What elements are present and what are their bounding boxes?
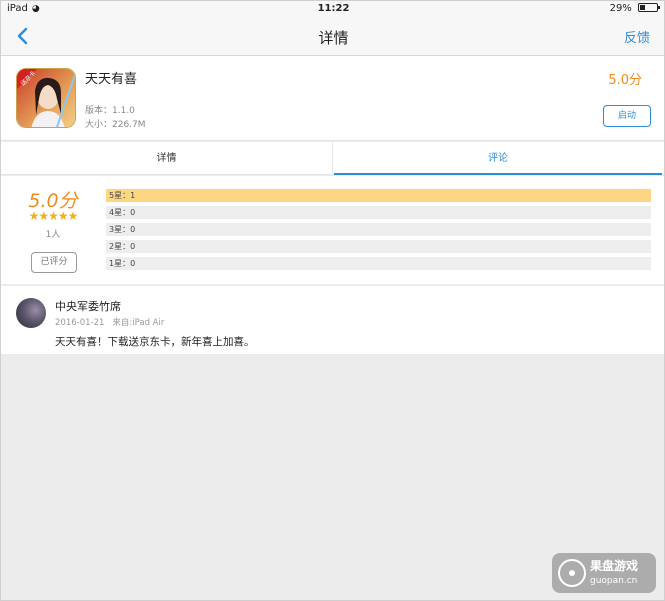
nav-bar: 详情 反馈 <box>1 17 664 56</box>
watermark-domain: guopan.cn <box>590 576 638 586</box>
app-detail-screen: iPad ◕ 11:22 29% 详情 反馈 送京卡 天天有喜 版本：1.1.0… <box>0 0 665 601</box>
app-size: 大小：226.7M <box>85 120 146 130</box>
rating-bar-label: 1星：0 <box>109 259 136 268</box>
comment-meta: 2016-01-21 来自:iPad Air <box>55 316 164 328</box>
rating-bar-fill <box>106 189 651 202</box>
status-time: 11:22 <box>317 3 350 14</box>
battery-icon <box>638 3 660 12</box>
watermark: 果盘游戏 guopan.cn <box>552 553 656 593</box>
app-version: 版本：1.1.0 <box>85 106 135 116</box>
app-header: 送京卡 天天有喜 版本：1.1.0 大小：226.7M 5.0分 启动 <box>1 56 664 141</box>
avatar[interactable] <box>16 298 46 328</box>
launch-button[interactable]: 启动 <box>603 105 651 127</box>
rating-bar-label: 3星：0 <box>109 225 136 234</box>
rated-button[interactable]: 已评分 <box>31 252 77 273</box>
page-title: 详情 <box>318 29 349 47</box>
rater-count: 1人 <box>45 230 61 240</box>
tab-details[interactable]: 详情 <box>1 142 333 175</box>
comment-text: 天天有喜！下载送京东卡，新年喜上加喜。 <box>55 336 255 348</box>
rating-bar-label: 5星：1 <box>109 191 136 200</box>
app-name: 天天有喜 <box>85 72 138 87</box>
battery-status: 29% <box>609 3 660 14</box>
feedback-button[interactable]: 反馈 <box>624 27 650 46</box>
battery-percent: 29% <box>609 3 632 14</box>
guopan-logo-icon <box>558 559 586 587</box>
comment-date: 2016-01-21 <box>55 318 105 328</box>
rating-summary: 5.0分 ★★★★★ 1人 已评分 5星：1 4星：0 3星：0 2星：0 1星… <box>1 176 664 285</box>
rating-bar-2-star: 2星：0 <box>106 240 651 253</box>
comment-username: 中央军委竹席 <box>55 300 121 313</box>
comment-item: 中央军委竹席 2016-01-21 来自:iPad Air 天天有喜！下载送京东卡… <box>1 286 664 354</box>
watermark-brand: 果盘游戏 <box>590 559 639 573</box>
rating-bar-1-star: 1星：0 <box>106 257 651 270</box>
comment-source: 来自:iPad Air <box>112 318 165 328</box>
rating-bar-3-star: 3星：0 <box>106 223 651 236</box>
battery-fill <box>640 5 645 10</box>
rating-bar-label: 4星：0 <box>109 208 136 217</box>
status-bar: iPad ◕ 11:22 29% <box>1 1 664 17</box>
app-icon[interactable]: 送京卡 <box>16 68 76 128</box>
rating-bar-5-star: 5星：1 <box>106 189 651 202</box>
app-score: 5.0分 <box>608 73 642 88</box>
tab-comments[interactable]: 评论 <box>334 142 662 175</box>
star-rating-icon: ★★★★★ <box>28 209 79 223</box>
tab-bar: 详情 评论 <box>1 142 664 175</box>
rating-bar-label: 2星：0 <box>109 242 136 251</box>
rating-bar-4-star: 4星：0 <box>106 206 651 219</box>
